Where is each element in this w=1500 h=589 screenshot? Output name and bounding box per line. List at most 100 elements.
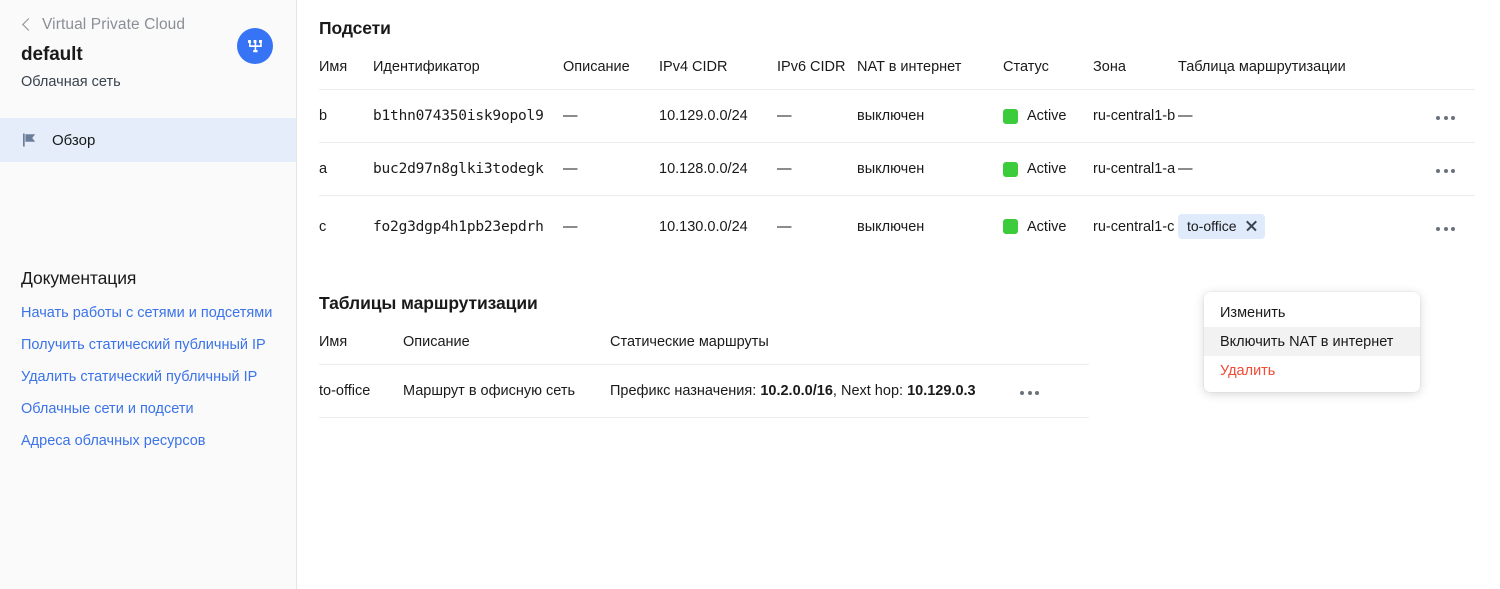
- table-header-row: Имя Описание Статические маршруты: [319, 328, 1089, 365]
- cell-name: c: [319, 196, 373, 258]
- main-content: Подсети Имя Идентификатор Описание: [297, 0, 1500, 589]
- kebab-menu-icon[interactable]: [1436, 165, 1455, 177]
- cell-id: fo2g3dgp4h1pb23epdrh: [373, 196, 563, 258]
- cell-actions: [1020, 365, 1089, 418]
- context-menu-item-edit[interactable]: Изменить: [1204, 298, 1420, 327]
- kebab-menu-icon[interactable]: [1020, 387, 1039, 399]
- cell-id: b1thn074350isk9opol9: [373, 90, 563, 143]
- context-menu-item-label: Включить NAT в интернет: [1220, 334, 1393, 350]
- status-badge-icon: [1003, 109, 1018, 124]
- cell-ipv6: —: [777, 90, 857, 143]
- subnets-table: Имя Идентификатор Описание IPv4 CIDR IPv…: [319, 53, 1475, 257]
- context-menu-item-enable-nat[interactable]: Включить NAT в интернет: [1204, 327, 1420, 356]
- cell-actions: [1378, 143, 1475, 196]
- cell-ipv4: 10.128.0.0/24: [659, 143, 777, 196]
- kebab-menu-icon[interactable]: [1436, 223, 1455, 235]
- route-table-tag[interactable]: to-office: [1178, 214, 1265, 239]
- cell-actions: [1378, 196, 1475, 258]
- col-header-actions: [1020, 328, 1089, 365]
- route-nexthop-value: 10.129.0.3: [907, 383, 976, 399]
- col-header-id: Идентификатор: [373, 53, 563, 90]
- context-menu-item-delete[interactable]: Удалить: [1204, 356, 1420, 385]
- status-badge: Active: [1027, 219, 1067, 235]
- cell-nat: выключен: [857, 196, 1003, 258]
- doc-link[interactable]: Получить статический публичный IP: [21, 335, 276, 356]
- sidebar: Virtual Private Cloud default Облачная с…: [0, 0, 297, 589]
- documentation-title: Документация: [21, 268, 278, 289]
- network-header: default Облачная сеть: [0, 30, 296, 90]
- route-separator: ,: [833, 383, 841, 399]
- cell-route-table: to-office: [1178, 196, 1378, 258]
- table-row[interactable]: c fo2g3dgp4h1pb23epdrh — 10.130.0.0/24 —…: [319, 196, 1475, 258]
- network-subtitle: Облачная сеть: [21, 74, 296, 90]
- status-badge: Active: [1027, 108, 1067, 124]
- doc-link[interactable]: Адреса облачных ресурсов: [21, 431, 276, 452]
- doc-link[interactable]: Начать работы с сетями и подсетями: [21, 303, 276, 324]
- col-header-name: Имя: [319, 328, 403, 365]
- cell-status: Active: [1003, 143, 1093, 196]
- cell-status: Active: [1003, 90, 1093, 143]
- status-badge-icon: [1003, 162, 1018, 177]
- route-nexthop-label: Next hop:: [841, 383, 903, 399]
- cell-route-table-name: to-office: [319, 365, 403, 418]
- cell-name: b: [319, 90, 373, 143]
- cell-nat: выключен: [857, 90, 1003, 143]
- breadcrumb[interactable]: Virtual Private Cloud: [0, 0, 296, 30]
- col-header-actions: [1378, 53, 1475, 90]
- cell-actions: [1378, 90, 1475, 143]
- cell-description: —: [563, 196, 659, 258]
- subnets-title: Подсети: [319, 18, 1500, 39]
- app-root: Virtual Private Cloud default Облачная с…: [0, 0, 1500, 589]
- col-header-description: Описание: [403, 328, 610, 365]
- table-row[interactable]: a buc2d97n8glki3todegk — 10.128.0.0/24 —…: [319, 143, 1475, 196]
- cell-ipv4: 10.129.0.0/24: [659, 90, 777, 143]
- sidebar-item-overview[interactable]: Обзор: [0, 118, 296, 162]
- table-row[interactable]: b b1thn074350isk9opol9 — 10.129.0.0/24 —…: [319, 90, 1475, 143]
- close-icon[interactable]: [1245, 220, 1257, 232]
- col-header-ipv4-cidr: IPv4 CIDR: [659, 53, 777, 90]
- sidebar-nav: Обзор: [0, 118, 296, 162]
- table-header-row: Имя Идентификатор Описание IPv4 CIDR IPv…: [319, 53, 1475, 90]
- col-header-zone: Зона: [1093, 53, 1178, 90]
- documentation-section: Документация Начать работы с сетями и по…: [21, 268, 278, 463]
- sidebar-item-label: Обзор: [52, 132, 95, 149]
- doc-link[interactable]: Удалить статический публичный IP: [21, 367, 276, 388]
- route-prefix-label: Префикс назначения:: [610, 383, 756, 399]
- cell-route-table: —: [1178, 143, 1378, 196]
- cell-static-routes: Префикс назначения: 10.2.0.0/16, Next ho…: [610, 365, 1020, 418]
- cell-description: —: [563, 143, 659, 196]
- vpc-network-icon: [237, 28, 273, 64]
- table-row[interactable]: to-office Маршрут в офисную сеть Префикс…: [319, 365, 1089, 418]
- cell-ipv4: 10.130.0.0/24: [659, 196, 777, 258]
- doc-link[interactable]: Облачные сети и подсети: [21, 399, 276, 420]
- route-prefix-value: 10.2.0.0/16: [760, 383, 833, 399]
- cell-nat: выключен: [857, 143, 1003, 196]
- cell-status: Active: [1003, 196, 1093, 258]
- cell-route-table-description: Маршрут в офисную сеть: [403, 365, 610, 418]
- kebab-menu-icon[interactable]: [1436, 112, 1455, 124]
- col-header-description: Описание: [563, 53, 659, 90]
- cell-zone: ru-central1-b: [1093, 90, 1178, 143]
- cell-ipv6: —: [777, 143, 857, 196]
- col-header-nat: NAT в интернет: [857, 53, 1003, 90]
- cell-zone: ru-central1-c: [1093, 196, 1178, 258]
- flag-icon: [21, 131, 39, 149]
- col-header-route-table: Таблица маршрутизации: [1178, 53, 1378, 90]
- route-table-tag-label: to-office: [1187, 218, 1237, 234]
- context-menu-item-label: Изменить: [1220, 305, 1285, 321]
- cell-description: —: [563, 90, 659, 143]
- context-menu: Изменить Включить NAT в интернет Удалить: [1204, 292, 1420, 392]
- cell-name: a: [319, 143, 373, 196]
- col-header-ipv6-cidr: IPv6 CIDR: [777, 53, 857, 90]
- cell-route-table: —: [1178, 90, 1378, 143]
- cell-id: buc2d97n8glki3todegk: [373, 143, 563, 196]
- context-menu-item-label: Удалить: [1220, 363, 1275, 379]
- col-header-static-routes: Статические маршруты: [610, 328, 1020, 365]
- col-header-name: Имя: [319, 53, 373, 90]
- col-header-status: Статус: [1003, 53, 1093, 90]
- cell-zone: ru-central1-a: [1093, 143, 1178, 196]
- status-badge: Active: [1027, 161, 1067, 177]
- cell-ipv6: —: [777, 196, 857, 258]
- status-badge-icon: [1003, 219, 1018, 234]
- route-tables-table: Имя Описание Статические маршруты to-off…: [319, 328, 1089, 418]
